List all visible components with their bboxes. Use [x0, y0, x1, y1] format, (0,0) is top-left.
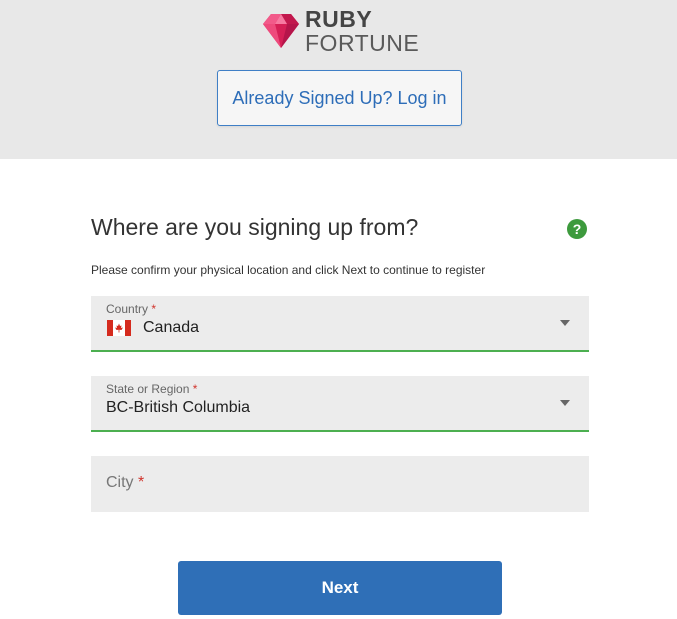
logo-word-fortune: FORTUNE [305, 30, 420, 56]
required-asterisk: * [138, 474, 145, 491]
country-value: Canada [143, 319, 200, 336]
country-label: Country * [106, 302, 157, 316]
state-region-select[interactable]: State or Region * BC-British Columbia [91, 376, 589, 432]
login-button[interactable]: Already Signed Up? Log in [217, 70, 462, 126]
required-asterisk: * [192, 382, 198, 396]
logo-word-ruby: RUBY [305, 6, 373, 32]
city-input[interactable]: City * [91, 456, 589, 512]
ruby-fortune-logo: RUBY FORTUNE [261, 6, 420, 56]
required-asterisk: * [151, 302, 157, 316]
page-title: Where are you signing up from? [91, 214, 419, 240]
city-placeholder: City * [106, 474, 145, 491]
help-icon[interactable]: ? [567, 219, 587, 239]
state-region-value: BC-British Columbia [106, 399, 251, 416]
canada-flag-icon [107, 320, 131, 336]
next-button[interactable]: Next [178, 561, 502, 615]
ruby-gem-icon [263, 14, 299, 48]
country-select[interactable]: Country * Canada [91, 296, 589, 352]
chevron-down-icon[interactable] [560, 320, 570, 326]
instructions-text: Please confirm your physical location an… [91, 263, 486, 277]
state-region-label: State or Region * [106, 382, 198, 396]
chevron-down-icon[interactable] [560, 400, 570, 406]
